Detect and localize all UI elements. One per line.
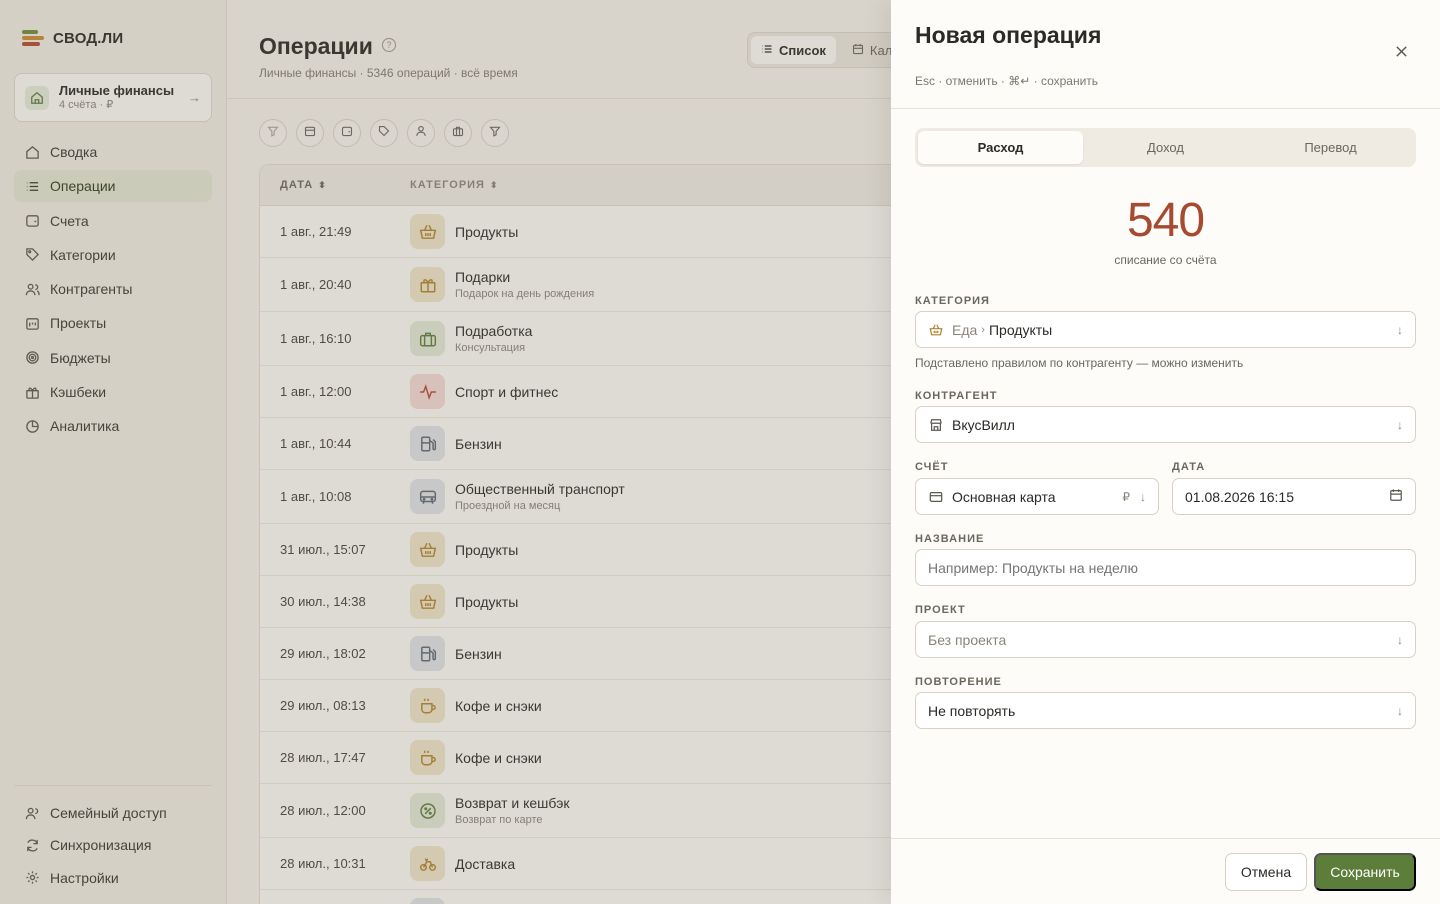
category-select[interactable]: Еда › Продукты ↓ [915, 311, 1416, 348]
chevron-down-icon: ↓ [1397, 632, 1403, 647]
account-currency: ₽ [1122, 489, 1130, 504]
operation-type-tabs: Расход Доход Перевод [915, 128, 1416, 167]
date-value: 01.08.2026 16:15 [1185, 488, 1294, 505]
category-value: Продукты [988, 321, 1053, 338]
repeat-value: Не повторять [928, 702, 1016, 719]
card-icon [928, 489, 944, 505]
counterparty-label: КОНТРАГЕНТ [915, 390, 998, 402]
amount-caption: списание со счёта [1114, 253, 1217, 267]
chevron-down-icon: ↓ [1140, 489, 1146, 504]
account-label: СЧЁТ [915, 461, 949, 473]
cancel-button[interactable]: Отмена [1225, 853, 1307, 891]
counterparty-select[interactable]: ВкусВилл ↓ [915, 406, 1416, 443]
close-icon [1395, 45, 1408, 63]
account-select[interactable]: Основная карта ₽ ↓ [915, 478, 1159, 515]
modal-backdrop[interactable] [0, 0, 891, 904]
repeat-label: ПОВТОРЕНИЕ [915, 676, 1002, 688]
account-value: Основная карта [952, 488, 1056, 505]
keyboard-hint: Esc · отменить · ⌘↵ · сохранить [915, 74, 1099, 88]
panel-divider [891, 108, 1440, 109]
panel-title: Новая операция [915, 22, 1102, 48]
store-icon [928, 417, 944, 433]
new-operation-panel: Новая операция Esc · отменить · ⌘↵ · сох… [891, 0, 1440, 904]
project-select[interactable]: Без проекта ↓ [915, 621, 1416, 658]
repeat-select[interactable]: Не повторять ↓ [915, 692, 1416, 729]
category-label: КАТЕГОРИЯ [915, 295, 990, 307]
tab-income[interactable]: Доход [1083, 131, 1248, 164]
project-label: ПРОЕКТ [915, 604, 966, 616]
panel-footer-divider [891, 838, 1440, 839]
breadcrumb-separator-icon: › [981, 323, 985, 336]
basket-icon [928, 322, 944, 338]
counterparty-value: ВкусВилл [952, 416, 1015, 433]
tab-expense[interactable]: Расход [918, 131, 1083, 164]
chevron-down-icon: ↓ [1397, 322, 1403, 337]
close-button[interactable] [1391, 44, 1411, 64]
save-button[interactable]: Сохранить [1314, 853, 1416, 891]
name-input[interactable] [915, 549, 1416, 586]
date-input[interactable]: 01.08.2026 16:15 [1172, 478, 1416, 515]
category-hint: Подставлено правилом по контрагенту — мо… [915, 356, 1244, 370]
category-parent: Еда [952, 321, 978, 338]
chevron-down-icon: ↓ [1397, 417, 1403, 432]
amount-input[interactable]: 540 [915, 193, 1416, 248]
date-label: ДАТА [1172, 461, 1206, 473]
calendar-icon[interactable] [1389, 488, 1403, 505]
project-value: Без проекта [928, 631, 1007, 648]
name-label: НАЗВАНИЕ [915, 533, 985, 545]
chevron-down-icon: ↓ [1397, 703, 1403, 718]
tab-transfer[interactable]: Перевод [1248, 131, 1413, 164]
